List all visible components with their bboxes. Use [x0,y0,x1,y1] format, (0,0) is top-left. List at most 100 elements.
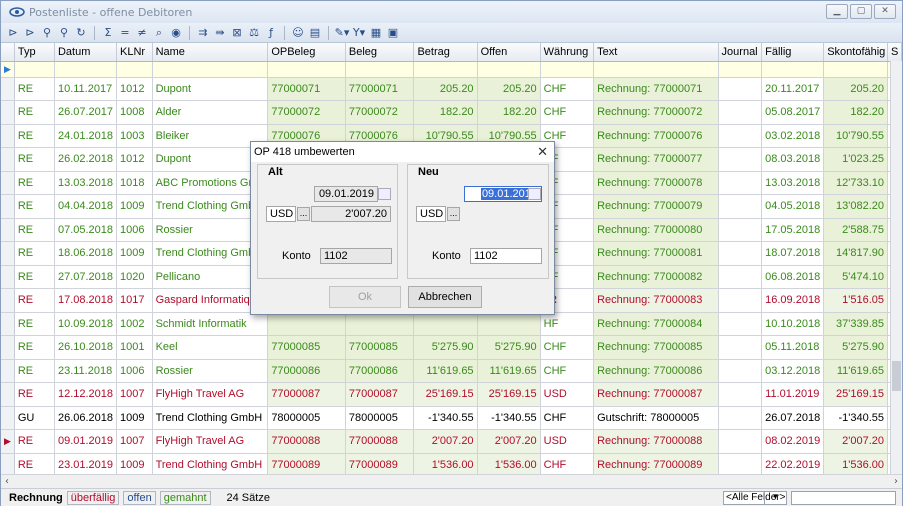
cell-typ: RE [14,124,55,148]
row-selector[interactable] [1,382,15,407]
neu-konto-field[interactable]: 1102 [470,248,542,264]
cell-datum: 13.03.2018 [54,171,118,195]
scroll-right-icon[interactable]: › [894,476,898,487]
column-header-faellig[interactable]: Fällig [761,43,825,62]
cell-text: Rechnung: 77000089 [593,453,719,474]
calendar-icon[interactable] [528,188,541,200]
column-header-text[interactable]: Text [593,43,719,62]
table-icon[interactable]: ▤ [307,25,323,41]
table-row[interactable]: RE 23.11.2018 1006 Rossier 77000086 77000086 1… [1,359,902,383]
horizontal-scrollbar[interactable]: ‹ › [1,474,902,488]
row-selector[interactable] [1,265,15,289]
alt-currency-field: USD [266,206,296,222]
cell-journal [718,124,763,148]
users-icon[interactable]: ☺ [290,25,306,41]
row-selector[interactable] [1,312,15,336]
palette-icon[interactable]: ◉ [168,25,184,41]
scroll-left-icon[interactable]: ‹ [5,476,9,487]
column-header-s[interactable]: S [887,43,902,62]
row-selector[interactable] [1,77,15,101]
export-icon[interactable]: ⇉ [195,25,211,41]
column-header-typ[interactable]: Typ [14,43,55,62]
filter-search-input[interactable] [791,491,896,505]
report-icon[interactable]: ▦ [368,25,384,41]
maximize-button[interactable]: ▢ [850,4,872,19]
cancel-button[interactable]: Abbrechen [408,286,482,308]
column-header-betrag[interactable]: Betrag [413,43,478,62]
current-row-indicator-icon[interactable]: ▶ [1,429,15,454]
settings-icon[interactable]: ✎▾ [334,25,350,41]
row-selector[interactable] [1,241,15,266]
search-icon[interactable]: ⌕ [151,25,167,41]
new-row[interactable]: ▶ [1,61,902,78]
cell-datum: 26.02.2018 [54,147,118,172]
table-row[interactable]: RE 26.10.2018 1001 Keel 77000085 77000085 5'27… [1,335,902,360]
table-row[interactable]: RE 26.07.2017 1008 Alder 77000072 77000072 182… [1,100,902,125]
cell-typ: RE [14,265,55,289]
column-header-waehrung[interactable]: Währung [540,43,595,62]
vertical-scrollbar[interactable] [890,61,902,474]
cell-skonto: 37'339.85 [823,312,888,336]
row-selector[interactable] [1,147,15,172]
cell-name: FlyHigh Travel AG [152,429,269,454]
row-selector[interactable] [1,194,15,219]
refresh-icon[interactable]: ↻ [73,25,89,41]
column-header-journal[interactable]: Journal [718,43,763,62]
column-header-klnr[interactable]: KLNr [116,43,153,62]
row-selector[interactable] [1,453,15,474]
group-alt: Alt 09.01.2019 USD ... 2'007.20 Konto 11… [257,164,398,279]
not-equal-icon[interactable]: ≠ [134,25,150,41]
table-row[interactable]: RE 10.11.2017 1012 Dupont 77000071 77000071 20… [1,77,902,101]
cell-journal [718,359,763,383]
close-window-button[interactable]: ✕ [874,4,896,19]
row-selector[interactable] [1,124,15,148]
column-header-offen[interactable]: Offen [477,43,541,62]
cell-klnr: 1002 [116,312,153,336]
cell-klnr: 1009 [116,406,153,430]
minimize-button[interactable]: ▁ [826,4,848,19]
cell-skonto: 12'733.10 [823,171,888,195]
row-selector[interactable] [1,288,15,313]
pin-icon[interactable]: ⚲ [39,25,55,41]
copy-icon[interactable]: ⊠ [229,25,245,41]
pin-remove-icon[interactable]: ⚲ [56,25,72,41]
close-icon[interactable]: ✕ [537,144,548,160]
row-selector[interactable] [1,335,15,360]
ok-button[interactable]: Ok [329,286,401,308]
table-row[interactable]: GU 26.06.2018 1009 Trend Clothing GmbH 78000… [1,406,902,430]
import-icon[interactable]: ⇛ [212,25,228,41]
funnel-icon[interactable]: Y▾ [351,25,367,41]
cell-text: Rechnung: 77000078 [593,171,719,195]
filter-prev-icon[interactable]: ⊳ [22,25,38,41]
row-selector[interactable] [1,359,15,383]
column-header-beleg[interactable]: Beleg [345,43,415,62]
neu-currency-lookup-button[interactable]: ... [447,207,460,221]
equal-icon[interactable]: = [117,25,133,41]
row-selector[interactable] [1,218,15,242]
neu-currency-field[interactable]: USD [416,206,446,222]
row-selector[interactable] [1,406,15,430]
scrollbar-thumb[interactable] [892,361,901,391]
neu-konto-label: Konto [432,250,461,262]
cell-typ: GU [14,406,55,430]
fx-icon[interactable]: ƒ [263,25,279,41]
column-header-skontofaehig[interactable]: Skontofähig [823,43,888,62]
cell-typ: RE [14,147,55,172]
cell-faellig: 08.03.2018 [761,147,825,172]
table-row[interactable]: RE 12.12.2018 1007 FlyHigh Travel AG 7700008… [1,382,902,407]
column-header-name[interactable]: Name [152,43,269,62]
table-row[interactable]: RE 10.09.2018 1002 Schmidt Informatik HF Rech… [1,312,902,336]
column-header-datum[interactable]: Datum [54,43,118,62]
sum-icon[interactable]: Σ [100,25,116,41]
table-row[interactable]: ▶ RE 09.01.2019 1007 FlyHigh Travel AG 770000… [1,429,902,454]
table-row[interactable]: RE 23.01.2019 1009 Trend Clothing GmbH 77000… [1,453,902,474]
row-selector[interactable] [1,171,15,195]
cell-betrag: 25'169.15 [413,382,478,407]
layout-icon[interactable]: ▣ [385,25,401,41]
column-header-opbeleg[interactable]: OPBeleg [267,43,346,62]
cell-faellig: 17.05.2018 [761,218,825,242]
chevron-down-icon[interactable]: ▼ [764,491,786,505]
row-selector[interactable] [1,100,15,125]
filter-first-icon[interactable]: ⊳ [5,25,21,41]
balance-icon[interactable]: ⚖ [246,25,262,41]
